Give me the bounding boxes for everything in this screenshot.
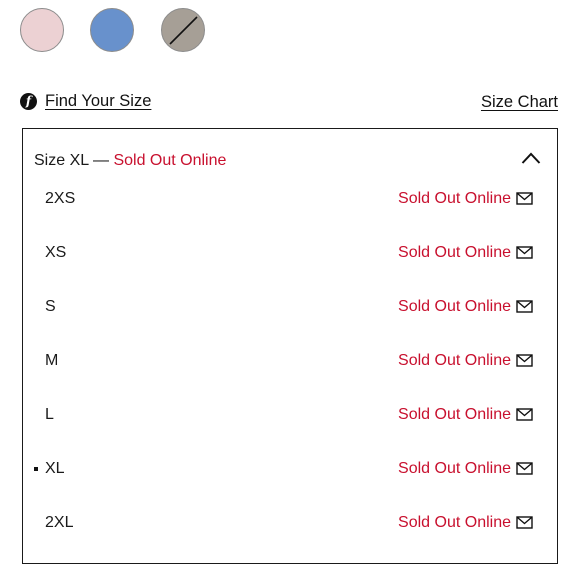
unavailable-slash-icon [169,16,198,45]
size-option-label: 2XS [45,190,76,207]
size-option-label: S [45,298,56,315]
envelope-icon[interactable] [516,354,533,367]
size-option-label: 2XL [45,514,74,531]
color-swatch-taupe-unavailable[interactable] [161,8,205,52]
size-option-label: XS [45,244,67,261]
selected-indicator [34,467,38,471]
envelope-icon[interactable] [516,192,533,205]
size-option-label: M [45,352,59,369]
size-links-row: f Find Your Size Size Chart [20,92,558,116]
size-option-2xl[interactable]: 2XL Sold Out Online [23,497,557,551]
size-option-status: Sold Out Online [398,244,511,261]
size-option-status: Sold Out Online [398,514,511,531]
size-option-2xs[interactable]: 2XS Sold Out Online [23,173,557,227]
selected-size-summary: Size XL — Sold Out Online [34,151,226,171]
size-option-s[interactable]: S Sold Out Online [23,281,557,335]
size-options-list: 2XS Sold Out Online XS Sold Out Online S Sold… [23,173,557,551]
envelope-icon[interactable] [516,300,533,313]
color-swatch-blue[interactable] [90,8,134,52]
size-option-status: Sold Out Online [398,460,511,477]
envelope-icon[interactable] [516,462,533,475]
color-swatch-pink[interactable] [20,8,64,52]
size-chart-link[interactable]: Size Chart [481,92,558,112]
find-your-size-link[interactable]: f Find Your Size [20,92,151,111]
size-option-status: Sold Out Online [398,406,511,423]
fit-predictor-icon: f [20,93,37,110]
chevron-up-icon[interactable] [521,151,541,165]
envelope-icon[interactable] [516,516,533,529]
size-option-label: L [45,406,54,423]
size-dropdown[interactable]: Size XL — Sold Out Online 2XS Sold Out On… [22,128,558,564]
size-option-xl[interactable]: XL Sold Out Online [23,443,557,497]
size-option-l[interactable]: L Sold Out Online [23,389,557,443]
selected-size-status: Sold Out Online [113,152,227,169]
size-option-status: Sold Out Online [398,190,511,207]
selected-size-label: Size XL — [34,152,109,169]
envelope-icon[interactable] [516,408,533,421]
envelope-icon[interactable] [516,246,533,259]
size-option-status: Sold Out Online [398,352,511,369]
find-your-size-label: Find Your Size [45,92,152,110]
size-option-m[interactable]: M Sold Out Online [23,335,557,389]
size-option-xs[interactable]: XS Sold Out Online [23,227,557,281]
size-option-status: Sold Out Online [398,298,511,315]
size-option-label: XL [45,460,65,477]
